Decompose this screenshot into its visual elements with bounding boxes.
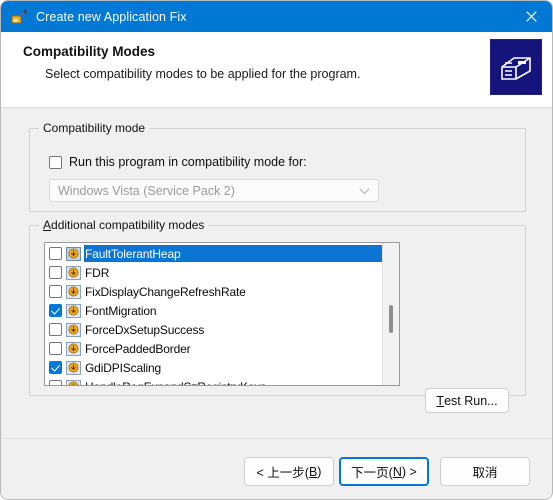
compatibility-mode-group: Compatibility mode Run this program in c… [29, 121, 526, 212]
list-item-label-wrap: HandleRegExpandSzRegistryKeys [84, 378, 382, 386]
list-item-checkbox[interactable] [49, 247, 62, 260]
test-run-accel: T [436, 393, 445, 408]
list-item-checkbox[interactable] [49, 285, 62, 298]
compat-admin-icon [11, 9, 27, 25]
next-button[interactable]: 下一页(N) > [339, 457, 429, 486]
compat-mode-icon [66, 379, 81, 385]
list-item[interactable]: ForceDxSetupSuccess [45, 320, 382, 339]
list-scrollbar-thumb[interactable] [389, 305, 393, 333]
cancel-button[interactable]: 取消 [440, 457, 530, 486]
close-icon[interactable] [508, 1, 552, 32]
dialog-body: Compatibility mode Run this program in c… [1, 108, 552, 438]
chevron-down-icon [359, 182, 370, 200]
compat-mode-icon [66, 360, 81, 375]
list-item[interactable]: FDR [45, 263, 382, 282]
test-run-label: est Run... [444, 393, 498, 408]
compat-mode-icon [66, 322, 81, 337]
additional-modes-legend-rest: dditional compatibility modes [51, 218, 205, 232]
wizard-header: Compatibility Modes Select compatibility… [1, 32, 552, 108]
list-item-label-wrap: FDR [84, 264, 382, 281]
list-item-label: FontMigration [85, 303, 157, 318]
back-label-prefix: < 上一步( [256, 466, 309, 480]
list-item-label: HandleRegExpandSzRegistryKeys [85, 380, 266, 386]
list-item-label-wrap: ForcePaddedBorder [84, 340, 382, 357]
list-item-checkbox[interactable] [49, 266, 62, 279]
list-item-label: FaultTolerantHeap [85, 246, 181, 261]
wizard-banner-icon [490, 39, 542, 95]
list-item[interactable]: FixDisplayChangeRefreshRate [45, 282, 382, 301]
list-item-checkbox[interactable] [49, 304, 62, 317]
back-accel: B [308, 464, 318, 479]
list-item[interactable]: GdiDPIScaling [45, 358, 382, 377]
list-item[interactable]: FontMigration [45, 301, 382, 320]
os-version-value: Windows Vista (Service Pack 2) [58, 183, 235, 198]
list-item[interactable]: ForcePaddedBorder [45, 339, 382, 358]
dialog-footer: < 上一步(B) 下一页(N) > 取消 [1, 438, 552, 499]
list-item-checkbox[interactable] [49, 380, 62, 385]
additional-modes-group: Additional compatibility modes FaultTole… [29, 218, 526, 396]
list-item-checkbox[interactable] [49, 323, 62, 336]
list-item-label: GdiDPIScaling [85, 360, 162, 375]
page-subtitle: Select compatibility modes to be applied… [45, 67, 361, 81]
list-item[interactable]: HandleRegExpandSzRegistryKeys [45, 377, 382, 385]
run-compat-mode-label: Run this program in compatibility mode f… [69, 155, 307, 169]
compat-mode-icon [66, 303, 81, 318]
back-button[interactable]: < 上一步(B) [244, 457, 334, 486]
additional-modes-list[interactable]: FaultTolerantHeap FDR FixDisplayChangeRefr… [45, 243, 382, 385]
list-item-checkbox[interactable] [49, 361, 62, 374]
cancel-label: 取消 [472, 466, 498, 480]
additional-modes-legend-accel: A [43, 218, 52, 232]
list-item-checkbox[interactable] [49, 342, 62, 355]
next-accel: N [392, 464, 402, 479]
title-bar: Create new Application Fix [1, 1, 552, 32]
os-version-combobox[interactable]: Windows Vista (Service Pack 2) [49, 179, 379, 202]
list-scrollbar[interactable] [382, 243, 399, 385]
list-item-label-wrap: FaultTolerantHeap [84, 245, 382, 262]
compat-mode-icon [66, 284, 81, 299]
create-application-fix-dialog: Create new Application Fix Compatibility… [0, 0, 553, 500]
run-compat-mode-checkbox[interactable] [49, 155, 62, 169]
list-item-label: ForcePaddedBorder [85, 341, 191, 356]
back-label-suffix: ) [317, 464, 322, 479]
list-item-label-wrap: GdiDPIScaling [84, 359, 382, 376]
page-title: Compatibility Modes [23, 44, 156, 59]
list-item-label: FixDisplayChangeRefreshRate [85, 284, 246, 299]
compat-mode-icon [66, 341, 81, 356]
next-label-prefix: 下一页( [351, 466, 393, 480]
test-run-button[interactable]: Test Run... [425, 388, 509, 413]
window-title: Create new Application Fix [36, 9, 187, 24]
next-label-suffix: ) > [401, 464, 417, 479]
list-item-label: ForceDxSetupSuccess [85, 322, 205, 337]
list-item-label: FDR [85, 265, 110, 280]
list-item-label-wrap: ForceDxSetupSuccess [84, 321, 382, 338]
additional-modes-legend: Additional compatibility modes [39, 218, 209, 232]
compatibility-mode-legend: Compatibility mode [39, 121, 150, 135]
run-compat-mode-row[interactable]: Run this program in compatibility mode f… [49, 155, 307, 169]
list-item-label-wrap: FontMigration [84, 302, 382, 319]
list-item[interactable]: FaultTolerantHeap [45, 244, 382, 263]
compat-mode-icon [66, 265, 81, 280]
additional-modes-listbox[interactable]: FaultTolerantHeap FDR FixDisplayChangeRefr… [44, 242, 400, 386]
list-item-label-wrap: FixDisplayChangeRefreshRate [84, 283, 382, 300]
compat-mode-icon [66, 246, 81, 261]
